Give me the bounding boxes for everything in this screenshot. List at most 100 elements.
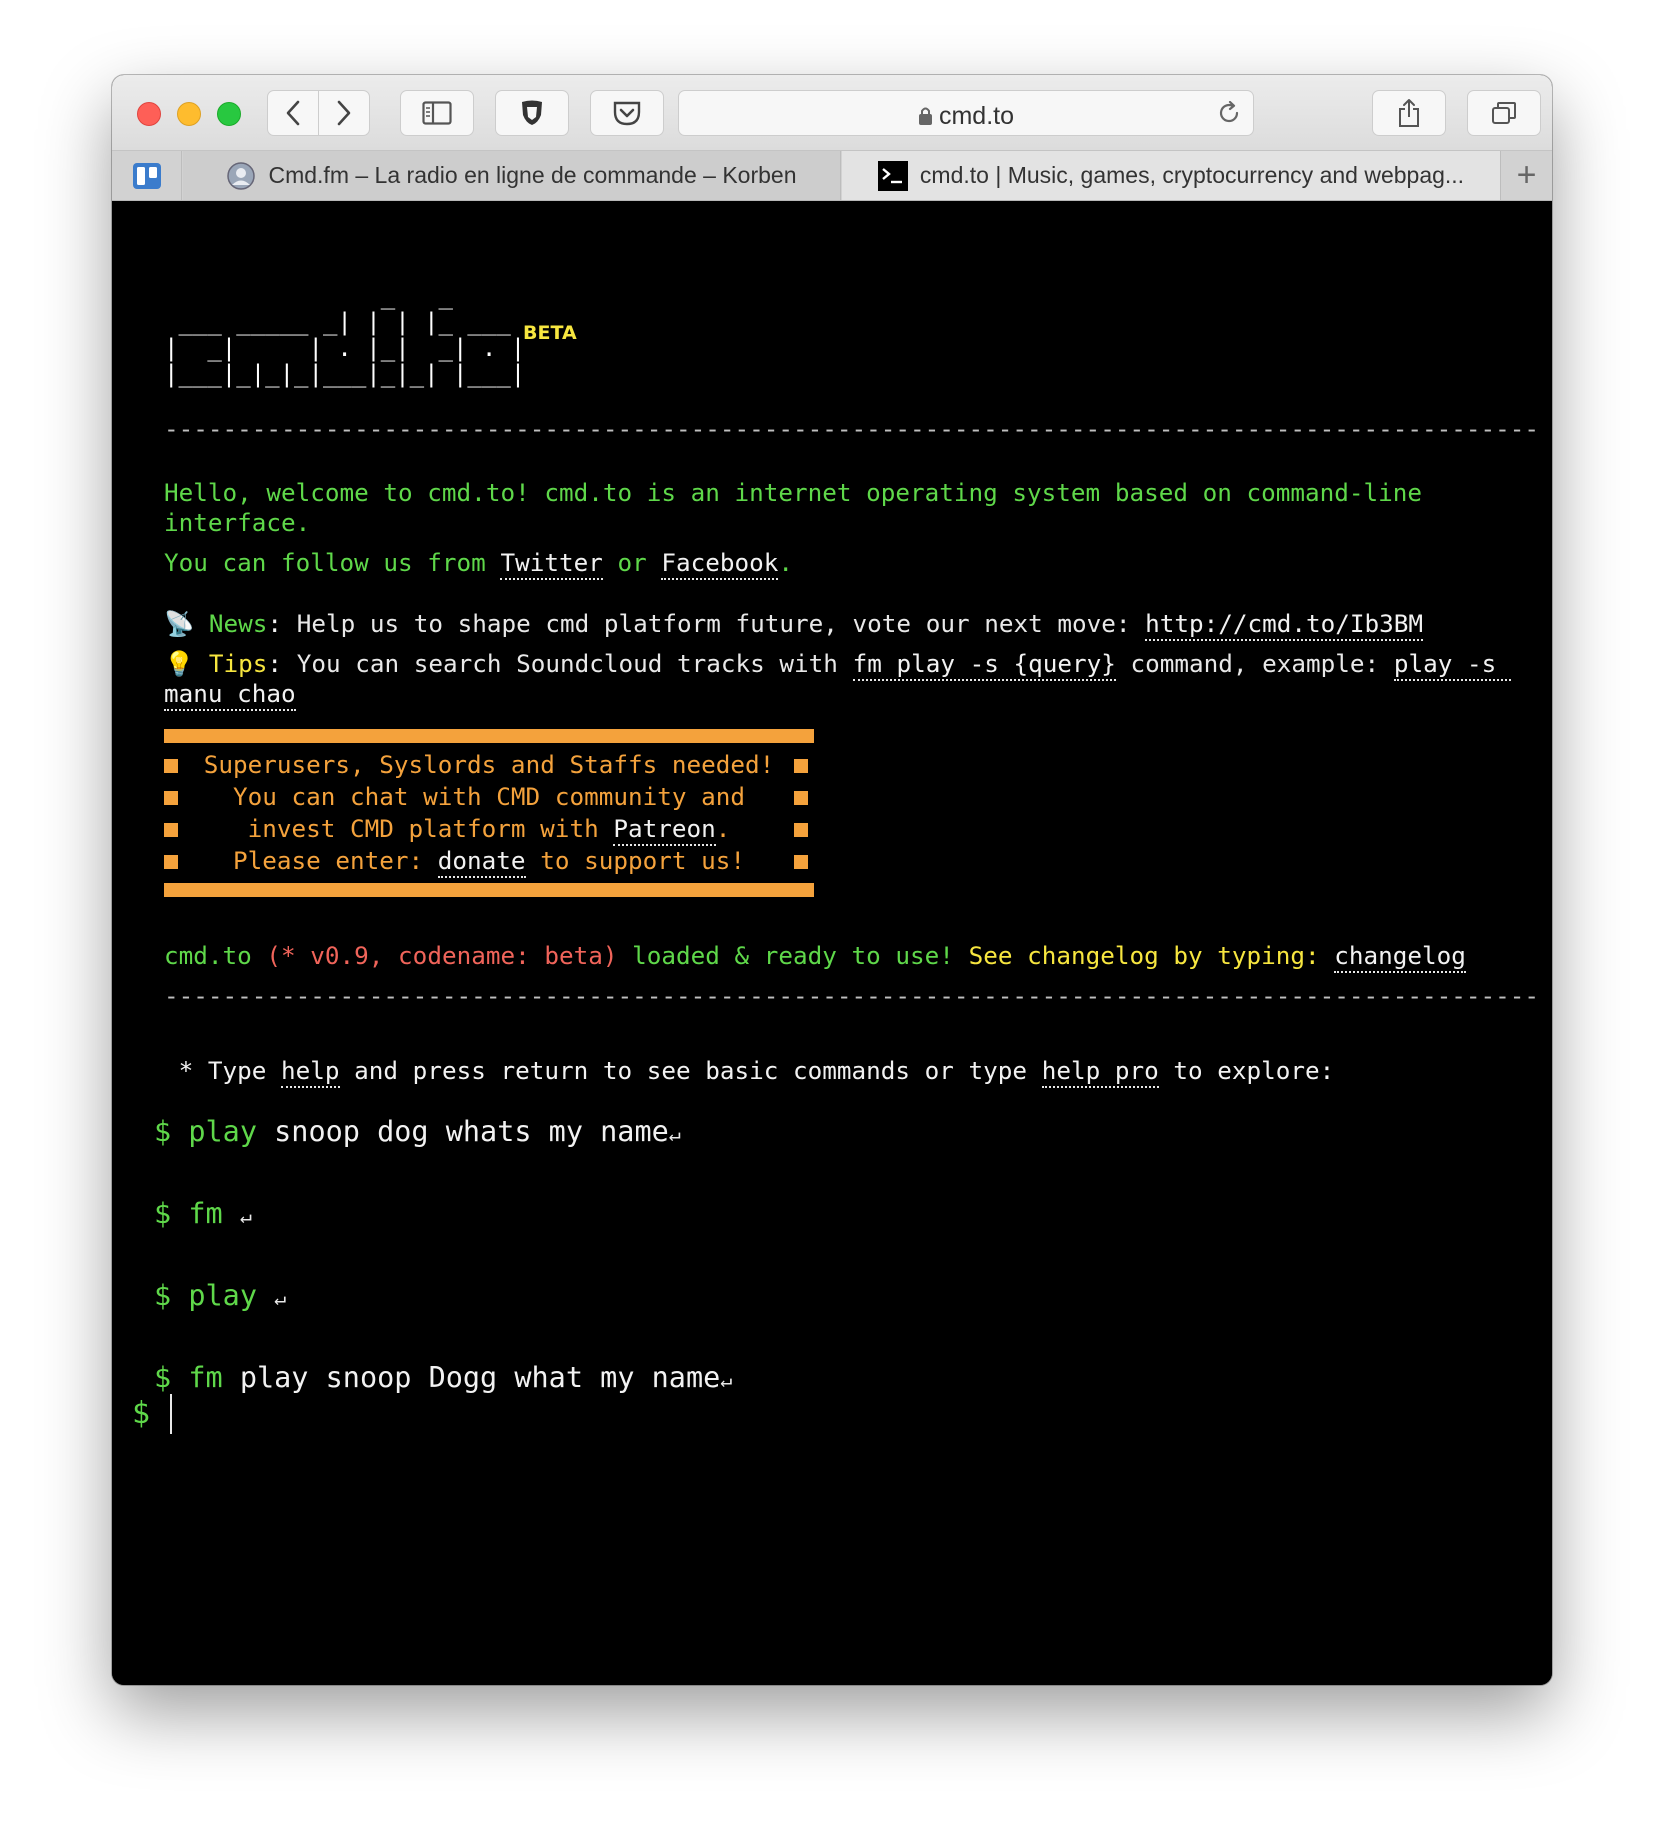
sidebar-icon <box>422 101 452 125</box>
beta-label: BETA <box>523 322 577 344</box>
news-text: Help us to shape cmd platform future, vo… <box>296 609 1146 638</box>
tips-line-1: 💡 Tips: You can search Soundcloud tracks… <box>164 649 1511 681</box>
help-suffix: to explore: <box>1158 1056 1335 1085</box>
lightbulb-icon: 💡 <box>164 649 195 678</box>
satellite-icon: 📡 <box>164 609 195 638</box>
status-line: cmd.to (* v0.9, codename: beta) loaded &… <box>164 941 1466 973</box>
navigation-buttons <box>267 90 370 136</box>
command-name: play <box>188 1115 257 1148</box>
donate-link[interactable]: donate <box>437 846 526 878</box>
tips-example-link[interactable]: play -s <box>1393 649 1511 681</box>
prompt-symbol: $ <box>154 1115 172 1148</box>
close-window-button[interactable] <box>137 102 161 126</box>
help-prefix: * Type <box>164 1056 282 1085</box>
banner-line-4-prefix: Please enter: <box>233 846 438 875</box>
tab-cmd-to[interactable]: cmd.to | Music, games, cryptocurrency an… <box>842 151 1500 200</box>
divider-top: ----------------------------------------… <box>164 414 1540 443</box>
twitter-link[interactable]: Twitter <box>500 548 603 580</box>
status-see: See changelog by typing: <box>968 941 1335 970</box>
command-example-3[interactable]: $ play ↵ <box>154 1279 286 1315</box>
news-line: 📡 News: Help us to shape cmd platform fu… <box>164 609 1424 641</box>
return-icon: ↵ <box>239 1204 252 1228</box>
prompt-symbol: $ <box>154 1361 172 1394</box>
follow-prefix: You can follow us from <box>164 548 501 577</box>
welcome-line-2: interface. <box>164 508 311 537</box>
facebook-link[interactable]: Facebook <box>661 548 779 580</box>
share-button[interactable] <box>1372 90 1446 136</box>
patreon-link[interactable]: Patreon <box>613 814 716 846</box>
pocket-button[interactable] <box>590 90 664 136</box>
tab-label: cmd.to | Music, games, cryptocurrency an… <box>919 162 1465 188</box>
ascii-logo-line-4: |___|_|_|_|___|_|_| |___| <box>164 360 526 388</box>
tips-line-2: manu chao <box>164 679 296 711</box>
back-button[interactable] <box>268 91 318 135</box>
tips-text-2: command, example: <box>1115 649 1394 678</box>
tips-command-link[interactable]: fm play -s {query} <box>852 649 1116 681</box>
return-icon: ↵ <box>668 1122 681 1146</box>
tab-korben[interactable]: Cmd.fm – La radio en ligne de commande –… <box>183 151 841 200</box>
pocket-icon <box>613 101 641 126</box>
command-name: fm <box>188 1361 223 1394</box>
terminal-favicon-icon <box>877 160 908 191</box>
ascii-logo-line-3: | _| | . |_| _| . | <box>164 334 526 362</box>
command-example-2[interactable]: $ fm ↵ <box>154 1197 252 1233</box>
or-text: or <box>602 548 662 577</box>
reload-icon[interactable] <box>1217 101 1241 125</box>
command-args: play snoop Dogg what my name <box>222 1361 721 1394</box>
chevron-left-icon <box>286 100 300 126</box>
tips-example-link-cont[interactable]: manu chao <box>164 679 296 711</box>
command-args <box>223 1197 240 1230</box>
banner-line-4-suffix: to support us! <box>525 846 745 875</box>
new-tab-button[interactable]: + <box>1500 151 1552 200</box>
tab-sidebar-button[interactable] <box>112 151 182 200</box>
sidebar-toggle-button[interactable] <box>400 90 474 136</box>
news-colon: : <box>267 609 297 638</box>
command-name: play <box>188 1279 257 1312</box>
input-cursor[interactable] <box>170 1394 172 1434</box>
ascii-logo-line-1: _ _ <box>164 282 453 310</box>
news-link[interactable]: http://cmd.to/Ib3BM <box>1145 609 1424 641</box>
banner-line-1: Superusers, Syslords and Staffs needed! <box>203 750 775 779</box>
forward-button[interactable] <box>319 91 369 135</box>
status-name: cmd.to <box>164 941 267 970</box>
changelog-link[interactable]: changelog <box>1334 941 1466 973</box>
ascii-logo-line-2: ___ _____ _| | | |_ ___ <box>164 308 511 336</box>
command-args: snoop dog whats my name <box>256 1115 669 1148</box>
help-pro-link[interactable]: help pro <box>1041 1056 1159 1088</box>
korben-favicon-icon <box>227 161 256 190</box>
banner-line-2: You can chat with CMD community and <box>233 782 745 811</box>
command-example-1[interactable]: $ play snoop dog whats my name↵ <box>154 1115 681 1151</box>
share-icon <box>1399 99 1419 127</box>
return-icon: ↵ <box>720 1368 733 1392</box>
follow-line: You can follow us from Twitter or Facebo… <box>164 548 794 580</box>
return-icon: ↵ <box>274 1286 287 1310</box>
news-label: News <box>208 609 268 638</box>
prompt-symbol: $ <box>154 1279 172 1312</box>
divider-bottom: ----------------------------------------… <box>164 981 1540 1010</box>
browser-toolbar: cmd.to <box>112 75 1552 151</box>
tab-bar: Cmd.fm – La radio en ligne de commande –… <box>112 151 1552 201</box>
command-example-4[interactable]: $ fm play snoop Dogg what my name↵ <box>154 1361 732 1397</box>
follow-period: . <box>778 548 794 577</box>
welcome-line-1: Hello, welcome to cmd.to! cmd.to is an i… <box>164 478 1423 507</box>
shield-icon <box>522 100 542 125</box>
minimize-window-button[interactable] <box>177 102 201 126</box>
banner-line-3-suffix: . <box>715 814 731 843</box>
chevron-right-icon <box>337 100 351 126</box>
tips-text-1: You can search Soundcloud tracks with <box>296 649 853 678</box>
shield-extension-button[interactable] <box>495 90 569 136</box>
terminal[interactable]: _ _ ___ _____ _| | | |_ ___ | _| | . |_|… <box>112 201 1552 1685</box>
trello-icon <box>132 162 161 189</box>
tips-label: Tips <box>208 649 268 678</box>
help-middle: and press return to see basic commands o… <box>339 1056 1042 1085</box>
command-name: fm <box>188 1197 223 1230</box>
banner-line-3-prefix: invest CMD platform with <box>247 814 614 843</box>
plus-icon: + <box>1516 156 1537 194</box>
zoom-window-button[interactable] <box>217 102 241 126</box>
tab-overview-button[interactable] <box>1467 90 1541 136</box>
command-args <box>257 1279 274 1312</box>
url-text: cmd.to <box>938 102 1015 130</box>
help-link[interactable]: help <box>281 1056 340 1088</box>
address-bar[interactable]: cmd.to <box>678 90 1254 136</box>
lock-icon <box>918 107 932 125</box>
